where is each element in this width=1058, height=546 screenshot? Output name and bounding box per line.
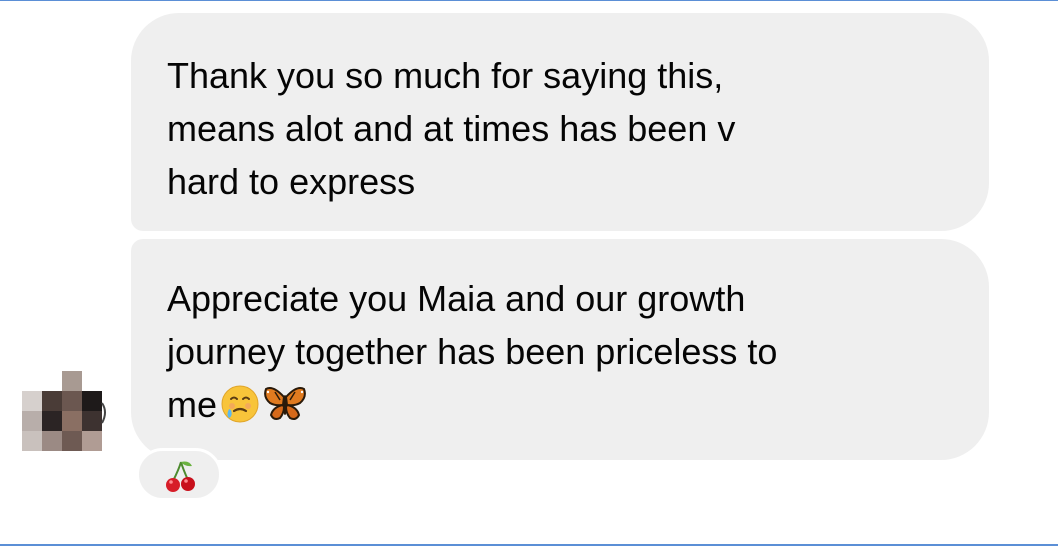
avatar[interactable]	[22, 371, 108, 453]
butterfly-icon	[263, 383, 306, 425]
chat-thread: Thank you so much for saying this, means…	[0, 0, 1058, 546]
message-bubble[interactable]: Appreciate you Maia and our growth journ…	[131, 239, 989, 460]
smiling-face-with-tear-icon	[219, 383, 261, 425]
message-bubble[interactable]: Thank you so much for saying this, means…	[131, 13, 989, 231]
cherries-icon	[166, 461, 195, 492]
message-reaction[interactable]	[136, 448, 222, 501]
message-text: Thank you so much for saying this, means…	[167, 55, 736, 202]
